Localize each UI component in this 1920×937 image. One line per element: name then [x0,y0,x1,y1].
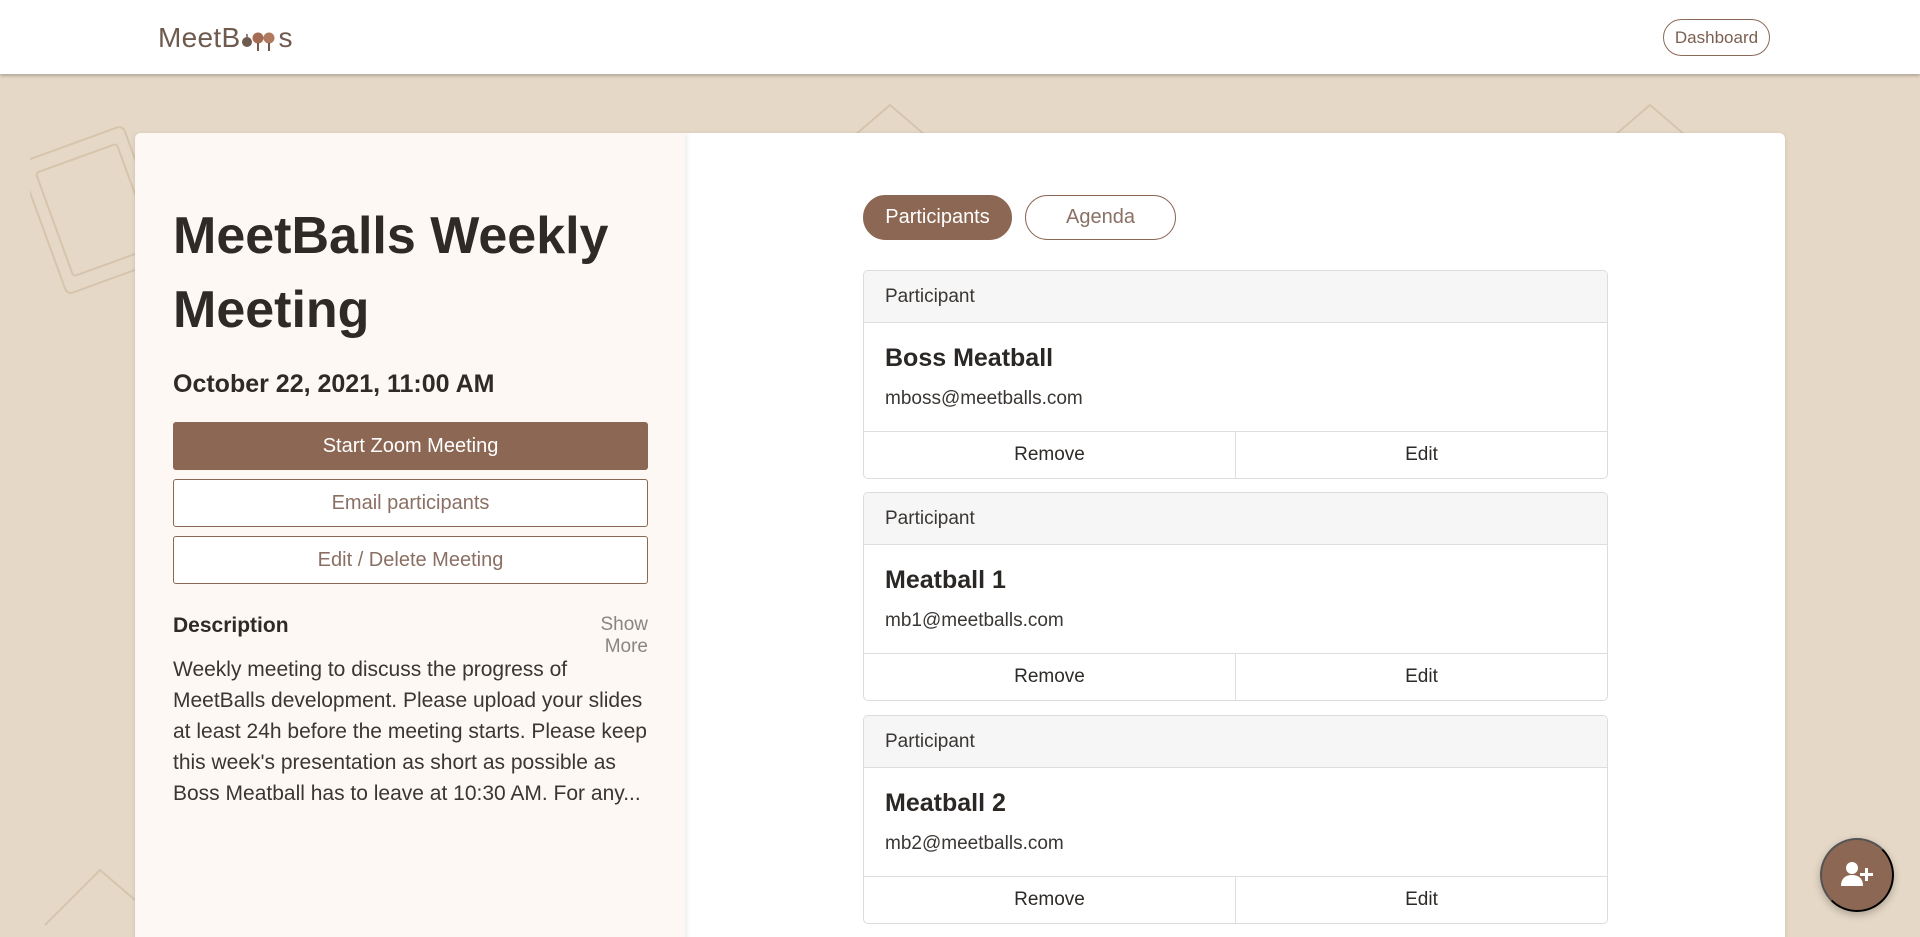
top-navigation-bar: MeetB s Dashboard [0,0,1920,74]
edit-participant-button[interactable]: Edit [1236,877,1607,923]
participant-email: mboss@meetballs.com [885,388,1083,409]
tab-agenda[interactable]: Agenda [1025,195,1176,240]
background-laptop-decoration [40,860,140,930]
remove-participant-button[interactable]: Remove [864,877,1236,923]
participant-card-header: Participant [864,716,1607,768]
participant-card-header: Participant [864,271,1607,323]
remove-participant-button[interactable]: Remove [864,654,1236,700]
participant-email: mb2@meetballs.com [885,833,1064,854]
participant-card: Participant Boss Meatball mboss@meetball… [863,270,1608,479]
show-more-link[interactable]: Show More [553,614,648,658]
participant-name: Meatball 2 [885,789,1006,817]
participant-name: Boss Meatball [885,344,1054,372]
participant-actions: Remove Edit [864,876,1607,923]
edit-participant-button[interactable]: Edit [1236,654,1607,700]
participant-card: Participant Meatball 2 mb2@meetballs.com… [863,715,1608,924]
add-user-icon [1840,860,1874,891]
add-participant-button[interactable] [1820,838,1894,912]
meeting-card: MeetBalls Weekly Meeting October 22, 202… [135,133,1785,937]
meatball-logo-icon [241,25,277,51]
logo-text: s [278,22,293,53]
description-text: Weekly meeting to discuss the progress o… [173,658,647,805]
meeting-title: MeetBalls Weekly Meeting [173,207,609,339]
start-zoom-meeting-button[interactable]: Start Zoom Meeting [173,422,648,470]
edit-participant-button[interactable]: Edit [1236,432,1607,478]
participant-actions: Remove Edit [864,653,1607,700]
description-heading: Description [173,614,289,637]
app-logo[interactable]: MeetB s [158,22,293,54]
participant-email: mb1@meetballs.com [885,610,1064,631]
dashboard-button[interactable]: Dashboard [1663,19,1770,56]
participant-card: Participant Meatball 1 mb1@meetballs.com… [863,492,1608,701]
meeting-info-pane: MeetBalls Weekly Meeting October 22, 202… [135,133,685,937]
logo-text: MeetB [158,22,241,53]
participant-actions: Remove Edit [864,431,1607,478]
email-participants-button[interactable]: Email participants [173,479,648,527]
participant-name: Meatball 1 [885,566,1006,594]
meeting-datetime: October 22, 2021, 11:00 AM [173,370,495,398]
participant-card-header: Participant [864,493,1607,545]
edit-delete-meeting-button[interactable]: Edit / Delete Meeting [173,536,648,584]
tab-participants[interactable]: Participants [863,195,1012,240]
remove-participant-button[interactable]: Remove [864,432,1236,478]
